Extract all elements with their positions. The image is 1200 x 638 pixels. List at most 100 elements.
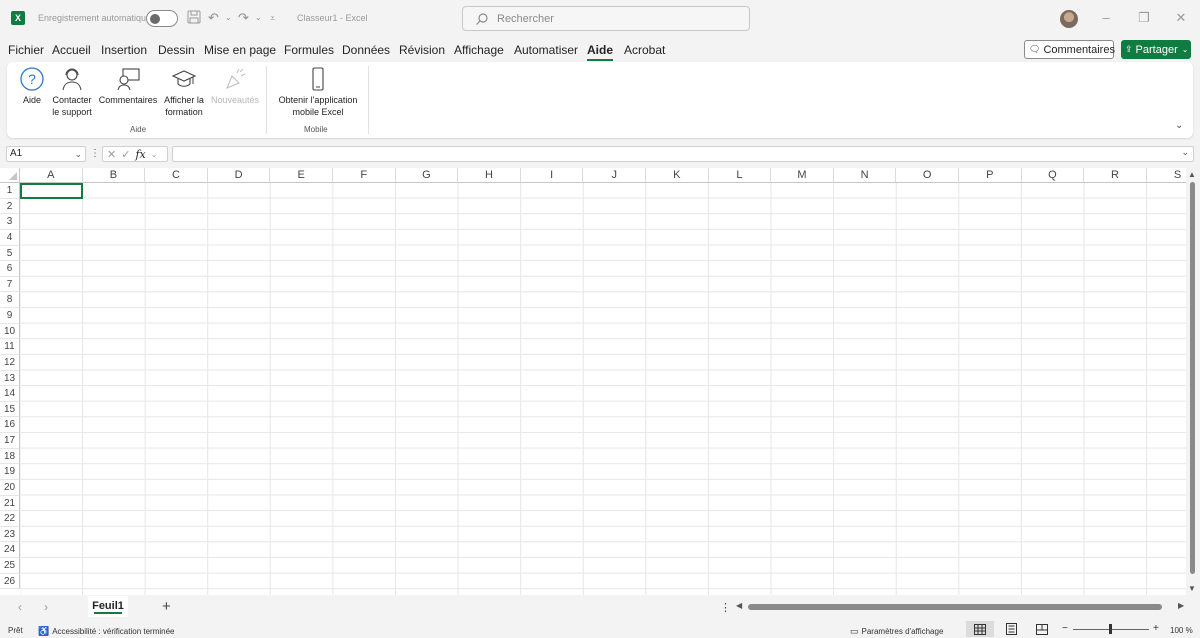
horizontal-scrollbar[interactable]: ◀ ▶ <box>736 601 1186 613</box>
row-header[interactable]: 10 <box>0 323 20 340</box>
cell-area[interactable] <box>20 183 1186 595</box>
insert-function-button[interactable]: fx <box>135 148 145 161</box>
row-header[interactable]: 18 <box>0 448 20 465</box>
redo-icon[interactable]: ↷ <box>238 10 249 26</box>
show-training-button[interactable]: Afficher la formation <box>161 66 207 118</box>
row-header[interactable]: 13 <box>0 370 20 387</box>
row-header[interactable]: 23 <box>0 526 20 543</box>
column-header[interactable]: I <box>520 168 584 183</box>
vertical-scrollbar[interactable]: ▲ ▼ <box>1186 168 1200 595</box>
tab-aide[interactable]: Aide <box>587 43 614 61</box>
page-break-view-button[interactable] <box>1028 621 1056 637</box>
vertical-scroll-thumb[interactable] <box>1190 182 1195 574</box>
column-header[interactable]: O <box>896 168 959 183</box>
undo-icon[interactable]: ↶ <box>208 10 219 26</box>
row-header[interactable]: 6 <box>0 261 20 277</box>
column-header[interactable]: F <box>333 168 396 183</box>
autosave-toggle[interactable] <box>146 10 178 27</box>
chevron-down-icon[interactable]: ⌄ <box>151 150 158 159</box>
scroll-up-icon[interactable]: ▲ <box>1188 170 1196 179</box>
redo-dropdown-icon[interactable]: ⌄ <box>255 10 262 26</box>
confirm-icon[interactable]: ✓ <box>121 148 130 161</box>
row-header[interactable]: 5 <box>0 245 20 262</box>
worksheet-grid[interactable]: A B C D E F G H I J K L M N O P Q R S 1 2 3 4 5 6 7 8 9 10 11 12 13 14 15… <box>0 168 1186 595</box>
zoom-level[interactable]: 100 % <box>1170 626 1193 635</box>
column-header[interactable]: Q <box>1021 168 1085 183</box>
customize-toolbar-icon[interactable]: ⩡ <box>270 10 275 26</box>
formula-input[interactable]: ⌄ <box>172 146 1194 162</box>
column-header[interactable]: A <box>20 168 83 183</box>
row-header[interactable]: 12 <box>0 354 20 371</box>
horizontal-scroll-thumb[interactable] <box>748 604 1162 610</box>
tab-formules[interactable]: Formules <box>284 43 334 57</box>
column-header[interactable]: L <box>708 168 772 183</box>
scroll-left-icon[interactable]: ◀ <box>736 601 742 610</box>
row-header[interactable]: 11 <box>0 339 20 355</box>
tab-fichier[interactable]: Fichier <box>8 43 44 57</box>
row-header[interactable]: 19 <box>0 464 20 480</box>
collapse-ribbon-icon[interactable]: ⌄ <box>1175 120 1183 131</box>
whats-new-button[interactable]: Nouveautés <box>209 66 261 106</box>
tab-mise-en-page[interactable]: Mise en page <box>204 43 276 57</box>
tab-revision[interactable]: Révision <box>399 43 445 57</box>
minimize-button[interactable]: – <box>1096 10 1116 25</box>
undo-dropdown-icon[interactable]: ⌄ <box>225 10 232 26</box>
row-header[interactable]: 14 <box>0 386 20 402</box>
comments-button[interactable]: 🗨 Commentaires <box>1024 40 1115 59</box>
tab-automatiser[interactable]: Automatiser <box>514 43 578 57</box>
column-header[interactable]: D <box>207 168 271 183</box>
column-header[interactable]: N <box>833 168 897 183</box>
column-header[interactable]: R <box>1084 168 1147 183</box>
next-sheet-icon[interactable]: › <box>44 600 48 614</box>
tab-insertion[interactable]: Insertion <box>101 43 147 57</box>
zoom-in-button[interactable]: + <box>1153 623 1159 634</box>
tab-acrobat[interactable]: Acrobat <box>624 43 665 57</box>
previous-sheet-icon[interactable]: ‹ <box>18 600 22 614</box>
tab-donnees[interactable]: Données <box>342 43 390 57</box>
select-all-corner[interactable] <box>0 168 20 183</box>
display-settings-button[interactable]: ▭ Paramètres d'affichage <box>850 626 943 637</box>
sheet-tab-feuil1[interactable]: Feuil1 <box>88 596 128 617</box>
zoom-slider-thumb[interactable] <box>1109 624 1112 634</box>
zoom-out-button[interactable]: − <box>1062 623 1068 634</box>
feedback-button[interactable]: Commentaires <box>97 66 159 106</box>
more-options-icon[interactable]: ⋮ <box>720 601 731 614</box>
active-cell[interactable] <box>20 183 83 199</box>
share-button[interactable]: ⇪ Partager ⌄ <box>1121 40 1191 59</box>
avatar[interactable] <box>1060 10 1078 28</box>
column-header[interactable]: P <box>959 168 1022 183</box>
column-header[interactable]: C <box>145 168 208 183</box>
row-header[interactable]: 22 <box>0 511 20 527</box>
row-header[interactable]: 4 <box>0 229 20 246</box>
row-header[interactable]: 3 <box>0 214 20 230</box>
row-header[interactable]: 9 <box>0 308 20 324</box>
tab-accueil[interactable]: Accueil <box>52 43 91 57</box>
column-header[interactable]: G <box>395 168 459 183</box>
column-header[interactable]: M <box>771 168 834 183</box>
row-header[interactable]: 8 <box>0 292 20 309</box>
row-header[interactable]: 26 <box>0 573 20 590</box>
restore-button[interactable]: ❐ <box>1134 10 1154 26</box>
get-mobile-app-button[interactable]: Obtenir l'application mobile Excel <box>273 66 363 118</box>
column-header[interactable]: S <box>1146 168 1186 183</box>
column-header[interactable]: H <box>458 168 521 183</box>
more-options-icon[interactable]: ⋮ <box>90 148 100 159</box>
name-box[interactable]: A1 ⌄ <box>6 146 86 162</box>
cancel-icon[interactable]: ✕ <box>107 148 116 161</box>
row-header[interactable]: 2 <box>0 198 20 215</box>
column-header[interactable]: E <box>270 168 333 183</box>
expand-formula-bar-icon[interactable]: ⌄ <box>1181 147 1189 158</box>
column-header[interactable]: J <box>583 168 646 183</box>
add-sheet-button[interactable]: + <box>162 598 171 615</box>
row-header[interactable]: 17 <box>0 433 20 449</box>
page-layout-view-button[interactable] <box>997 621 1025 637</box>
scroll-right-icon[interactable]: ▶ <box>1178 601 1184 610</box>
contact-support-button[interactable]: Contacter le support <box>49 66 95 118</box>
save-icon[interactable] <box>187 10 201 28</box>
accessibility-status[interactable]: ♿ Accessibilité : vérification terminée <box>38 626 175 637</box>
row-header[interactable]: 25 <box>0 558 20 574</box>
column-header[interactable]: B <box>82 168 146 183</box>
tab-affichage[interactable]: Affichage <box>454 43 504 57</box>
search-box[interactable]: Rechercher <box>462 6 750 31</box>
row-header[interactable]: 15 <box>0 401 20 418</box>
